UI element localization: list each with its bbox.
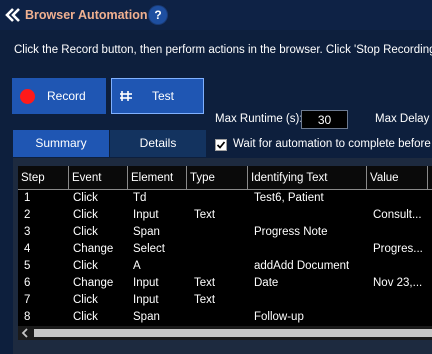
cell-event: Click [73, 192, 98, 204]
cell-element: Span [133, 226, 160, 238]
column-header-event[interactable]: Event [69, 166, 128, 190]
table-row[interactable]: 2 Click Input Text Consult... [18, 207, 432, 224]
instructions-container: Click the Record button, then perform ac… [0, 38, 432, 62]
cell-event: Click [73, 209, 98, 221]
table-row[interactable]: 4 Change Select Progres... [18, 241, 432, 258]
steps-table: Step Event Element Type Identifying Text… [18, 166, 432, 340]
cell-value [373, 224, 428, 241]
column-header-type[interactable]: Type [187, 166, 248, 190]
cell-step: 2 [24, 209, 31, 221]
cell-identifying-text: addAdd Document [254, 260, 350, 272]
window-title: Browser Automation [25, 8, 148, 22]
cell-type: Text [194, 294, 216, 306]
max-delay-label: Max Delay B [375, 113, 432, 125]
help-icon[interactable]: ? [149, 6, 167, 24]
tab-details[interactable]: Details [110, 130, 206, 157]
horizontal-scrollbar[interactable] [18, 326, 432, 340]
column-header-value[interactable]: Value [367, 166, 428, 190]
cell-value [373, 190, 428, 207]
table-row[interactable]: 5 Click A addAdd Document [18, 258, 432, 275]
cell-element: Td [133, 192, 147, 204]
test-button[interactable]: Test [111, 78, 204, 114]
cell-type: Text [194, 277, 216, 289]
column-header-identifying-text[interactable]: Identifying Text [248, 166, 367, 190]
scroll-left-arrow-icon[interactable] [20, 328, 30, 338]
cell-element: Input [133, 209, 159, 221]
column-header-extra[interactable] [428, 166, 432, 190]
cell-element: Input [133, 294, 159, 306]
cell-step: 6 [24, 277, 31, 289]
cell-step: 8 [24, 311, 31, 323]
cell-step: 7 [24, 294, 31, 306]
cell-step: 3 [24, 226, 31, 238]
cell-element: Input [133, 277, 159, 289]
column-header-step[interactable]: Step [18, 166, 69, 190]
table-header: Step Event Element Type Identifying Text… [18, 166, 432, 190]
cell-event: Change [73, 277, 114, 289]
cell-identifying-text: Progress Note [254, 226, 328, 238]
cell-value: Consult... [373, 209, 422, 221]
title-bar: Browser Automation ? [0, 0, 432, 30]
cell-element: Span [133, 311, 160, 323]
cell-event: Click [73, 294, 98, 306]
cell-event: Change [73, 243, 114, 255]
record-button[interactable]: Record [12, 78, 106, 114]
cell-step: 4 [24, 243, 31, 255]
max-runtime-label: Max Runtime (s): [215, 113, 303, 125]
table-row[interactable]: 8 Click Span Follow-up [18, 309, 432, 326]
tab-summary[interactable]: Summary [13, 130, 109, 157]
cell-element: A [133, 260, 141, 272]
cell-element: Select [133, 243, 165, 255]
double-chevron-left-icon[interactable] [4, 6, 22, 24]
wait-checkbox[interactable] [215, 139, 227, 151]
cell-step: 5 [24, 260, 31, 272]
table-row[interactable]: 7 Click Input Text [18, 292, 432, 309]
table-row[interactable]: 1 Click Td Test6, Patient [18, 190, 432, 207]
test-label: Test [152, 89, 175, 103]
table-row[interactable]: 6 Change Input Text Date Nov 23,... [18, 275, 432, 292]
checkmark-icon [216, 141, 226, 149]
max-runtime-input[interactable] [301, 110, 348, 129]
instructions-text: Click the Record button, then perform ac… [14, 44, 432, 56]
cell-value [373, 292, 428, 309]
wait-label: Wait for automation to complete before e… [233, 138, 432, 150]
record-label: Record [47, 89, 86, 103]
cell-type: Text [194, 209, 216, 221]
cell-event: Click [73, 226, 98, 238]
cell-value: Nov 23,... [373, 277, 423, 289]
cell-identifying-text: Follow-up [254, 311, 304, 323]
cell-event: Click [73, 260, 98, 272]
cell-identifying-text: Date [254, 277, 279, 289]
cell-value: Progres... [373, 243, 423, 255]
column-header-element[interactable]: Element [128, 166, 187, 190]
cell-identifying-text: Test6, Patient [254, 192, 324, 204]
cell-step: 1 [24, 192, 31, 204]
cell-value [373, 258, 428, 275]
test-icon [120, 91, 132, 101]
record-icon [20, 89, 35, 104]
cell-value [373, 309, 428, 326]
scrollbar-thumb[interactable] [34, 329, 432, 337]
cell-event: Click [73, 311, 98, 323]
table-row[interactable]: 3 Click Span Progress Note [18, 224, 432, 241]
